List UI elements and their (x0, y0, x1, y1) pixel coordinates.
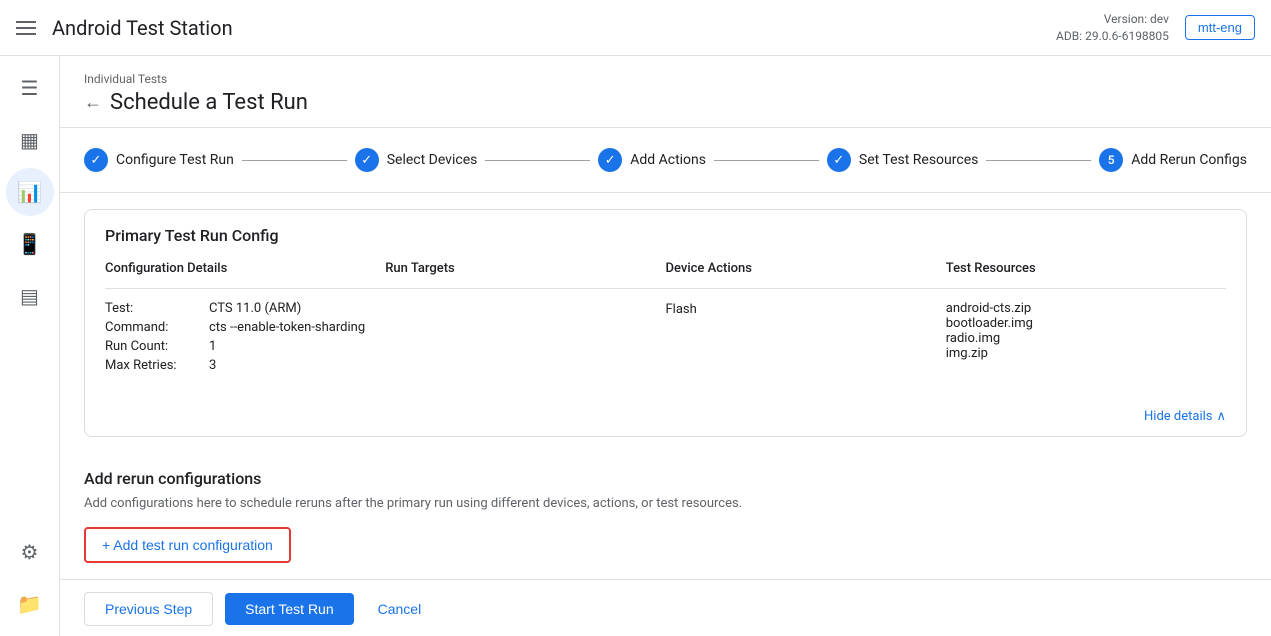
step-connector-1 (242, 160, 347, 161)
config-run-count-item: Run Count: 1 (105, 339, 385, 354)
step-label-configure: Configure Test Run (116, 152, 234, 168)
step-set-resources: ✓ Set Test Resources (827, 148, 978, 172)
sidebar-item-layers[interactable]: ▤ (6, 272, 54, 320)
col-device-actions: Flash (666, 289, 946, 385)
step-connector-4 (986, 160, 1091, 161)
config-max-retries-value: 3 (209, 358, 216, 373)
menu-icon[interactable] (16, 21, 36, 35)
step-configure: ✓ Configure Test Run (84, 148, 234, 172)
env-badge-button[interactable]: mtt-eng (1185, 15, 1255, 40)
sidebar-item-files[interactable]: 📁 (6, 580, 54, 628)
settings-icon: ⚙ (21, 540, 39, 564)
col-header-config: Configuration Details (105, 253, 385, 289)
col-config-details: Test: CTS 11.0 (ARM) Command: cts --enab… (105, 289, 385, 385)
page-title: Schedule a Test Run (110, 90, 308, 115)
step-circle-set-resources: ✓ (827, 148, 851, 172)
main-layout: ☰ ▦ 📊 📱 ▤ ⚙ 📁 Individual Tests ← (0, 56, 1271, 636)
page-header: Individual Tests ← Schedule a Test Run (60, 56, 1271, 128)
sidebar-item-calendar[interactable]: ▦ (6, 116, 54, 164)
rerun-section: Add rerun configurations Add configurati… (60, 453, 1271, 579)
config-command-item: Command: cts --enable-token-sharding (105, 320, 385, 335)
footer-actions: Previous Step Start Test Run Cancel (60, 579, 1271, 636)
sidebar-item-devices[interactable]: 📱 (6, 220, 54, 268)
folder-icon: 📁 (17, 592, 42, 616)
col-header-device-actions: Device Actions (666, 253, 946, 289)
step-add-actions: ✓ Add Actions (598, 148, 706, 172)
step-label-set-resources: Set Test Resources (859, 152, 978, 168)
card-title: Primary Test Run Config (85, 210, 1246, 253)
step-add-rerun: 5 Add Rerun Configs (1099, 148, 1247, 172)
config-max-retries-item: Max Retries: 3 (105, 358, 385, 373)
rerun-section-title: Add rerun configurations (84, 469, 1247, 488)
config-command-label: Command: (105, 320, 205, 335)
step-label-add-actions: Add Actions (630, 152, 706, 168)
page-title-row: ← Schedule a Test Run (84, 90, 1247, 115)
stepper: ✓ Configure Test Run ✓ Select Devices (84, 148, 1247, 172)
page-content: Individual Tests ← Schedule a Test Run ✓… (60, 56, 1271, 636)
config-test-label: Test: (105, 301, 205, 316)
resource-item-3: radio.img (946, 331, 1226, 346)
card-table: Configuration Details Run Targets Device… (85, 253, 1246, 401)
phone-icon: 📱 (17, 232, 42, 256)
step-circle-select-devices: ✓ (355, 148, 379, 172)
device-actions-value: Flash (666, 302, 697, 317)
chevron-up-icon: ∧ (1216, 409, 1226, 424)
rerun-section-desc: Add configurations here to schedule reru… (84, 496, 1247, 511)
layers-icon: ▤ (20, 284, 39, 308)
top-header: Android Test Station Version: dev ADB: 2… (0, 0, 1271, 56)
step-circle-configure: ✓ (84, 148, 108, 172)
config-test-value: CTS 11.0 (ARM) (209, 301, 301, 316)
resource-item-2: bootloader.img (946, 316, 1226, 331)
breadcrumb: Individual Tests (84, 72, 1247, 86)
config-command-value: cts --enable-token-sharding (209, 320, 365, 335)
sidebar-item-analytics[interactable]: 📊 (6, 168, 54, 216)
col-header-run-targets: Run Targets (385, 253, 665, 289)
resource-item-1: android-cts.zip (946, 301, 1226, 316)
header-right: Version: dev ADB: 29.0.6-6198805 mtt-eng (1056, 11, 1255, 45)
config-test-item: Test: CTS 11.0 (ARM) (105, 301, 385, 316)
sidebar-item-settings[interactable]: ⚙ (6, 528, 54, 576)
step-connector-2 (485, 160, 590, 161)
step-connector-3 (714, 160, 819, 161)
header-left: Android Test Station (16, 16, 233, 40)
config-max-retries-label: Max Retries: (105, 358, 205, 373)
cancel-button[interactable]: Cancel (366, 593, 434, 625)
version-info: Version: dev ADB: 29.0.6-6198805 (1056, 11, 1169, 45)
step-select-devices: ✓ Select Devices (355, 148, 478, 172)
hide-details-button[interactable]: Hide details ∧ (85, 401, 1246, 436)
step-circle-add-actions: ✓ (598, 148, 622, 172)
col-test-resources: android-cts.zip bootloader.img radio.img… (946, 289, 1226, 385)
start-test-run-button[interactable]: Start Test Run (225, 593, 353, 625)
step-label-add-rerun: Add Rerun Configs (1131, 152, 1247, 168)
sidebar: ☰ ▦ 📊 📱 ▤ ⚙ 📁 (0, 56, 60, 636)
sidebar-item-tasks[interactable]: ☰ (6, 64, 54, 112)
previous-step-button[interactable]: Previous Step (84, 592, 213, 626)
step-circle-add-rerun: 5 (1099, 148, 1123, 172)
primary-config-card: Primary Test Run Config Configuration De… (84, 209, 1247, 437)
calendar-icon: ▦ (20, 128, 39, 152)
resource-item-4: img.zip (946, 346, 1226, 361)
back-button[interactable]: ← (84, 94, 102, 112)
add-config-button[interactable]: + Add test run configuration (84, 527, 291, 563)
tasks-icon: ☰ (21, 76, 39, 100)
step-label-select-devices: Select Devices (387, 152, 478, 168)
col-run-targets (385, 289, 665, 385)
stepper-container: ✓ Configure Test Run ✓ Select Devices (60, 128, 1271, 193)
config-run-count-value: 1 (209, 339, 216, 354)
config-grid: Configuration Details Run Targets Device… (105, 253, 1226, 385)
app-title: Android Test Station (52, 16, 233, 40)
config-run-count-label: Run Count: (105, 339, 205, 354)
col-header-test-resources: Test Resources (946, 253, 1226, 289)
content-area: Individual Tests ← Schedule a Test Run ✓… (60, 56, 1271, 636)
analytics-icon: 📊 (17, 180, 42, 204)
